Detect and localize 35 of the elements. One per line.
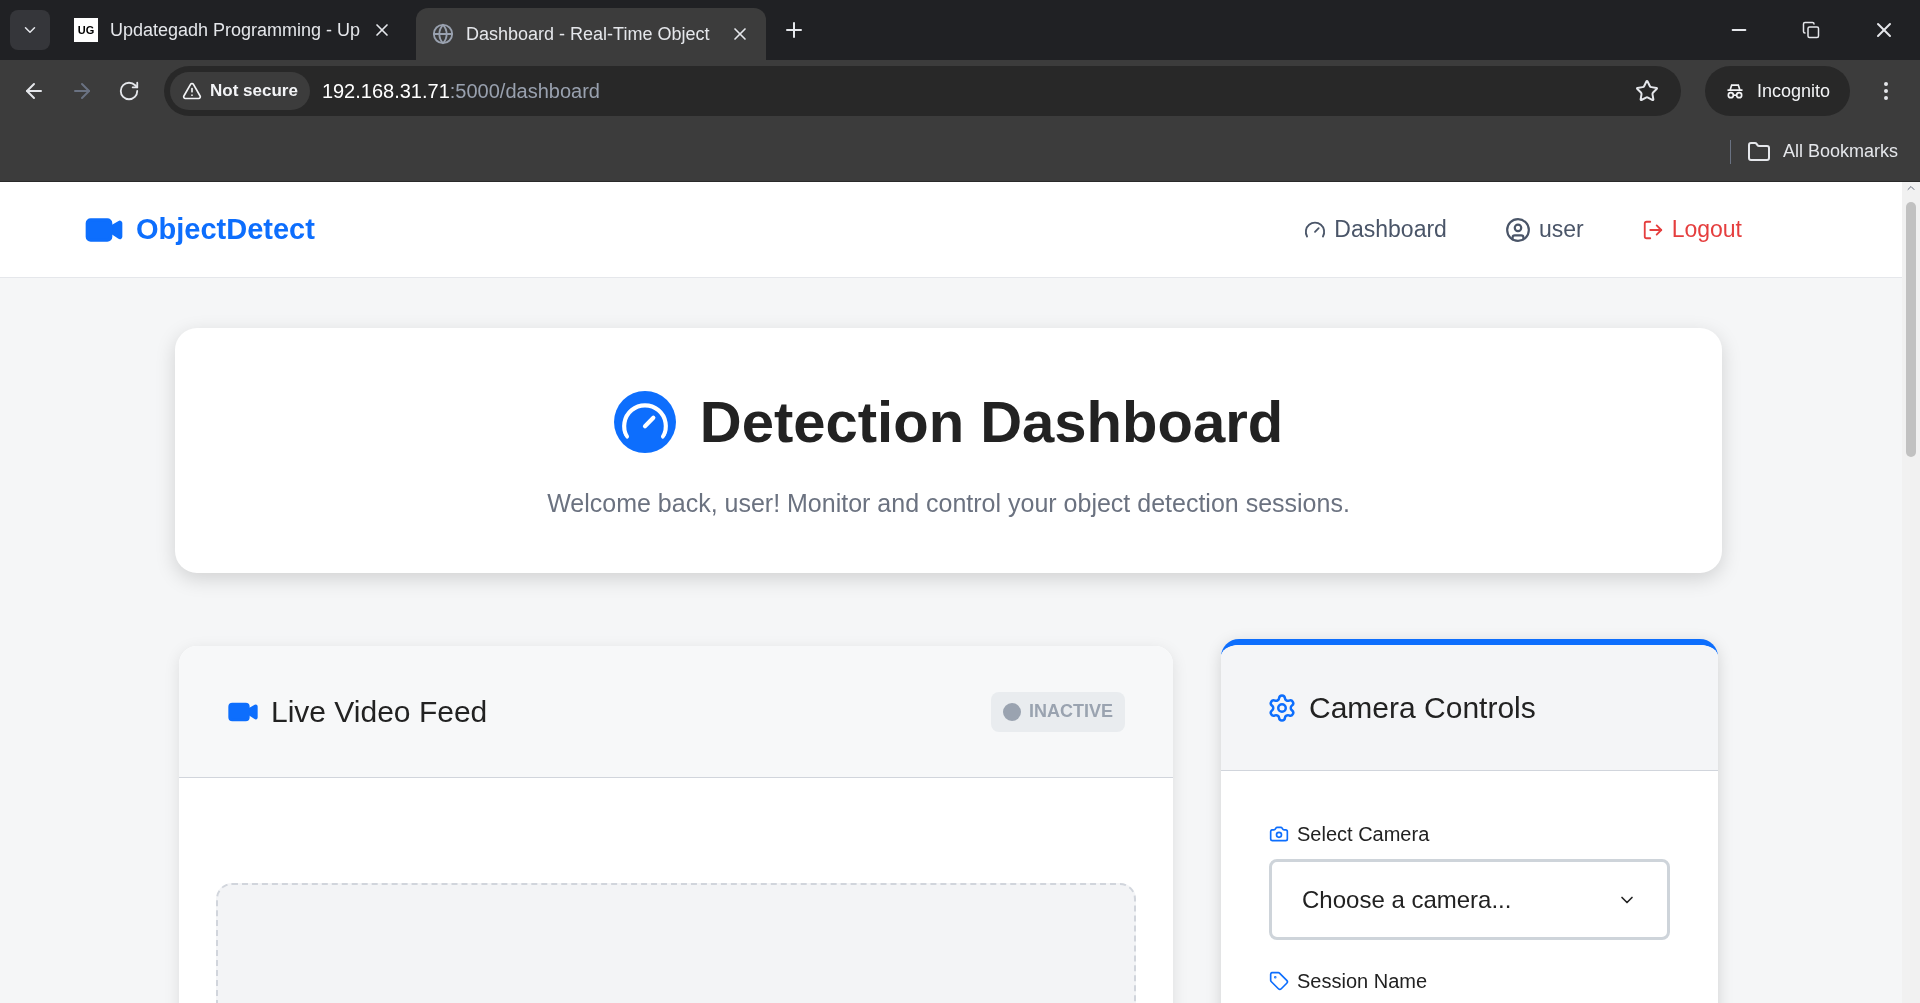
globe-icon	[432, 23, 454, 45]
warning-icon	[182, 81, 202, 101]
nav-link[interactable]: Dashboard	[1304, 212, 1447, 247]
tab-title: Dashboard - Real-Time Object	[466, 22, 711, 46]
welcome-text: Welcome back, user! Monitor and control your object detection sessions.	[547, 488, 1350, 520]
scrollbar-thumb[interactable]	[1906, 202, 1916, 457]
tag-icon	[1269, 971, 1289, 991]
address-bar[interactable]: Not secure 192.168.31.71:5000/dashboard	[164, 66, 1681, 116]
gear-icon	[1267, 692, 1297, 723]
nav-link[interactable]: Logout	[1641, 212, 1742, 247]
folder-icon	[1746, 139, 1771, 164]
restore-icon[interactable]	[1802, 21, 1820, 39]
logout-icon	[1641, 218, 1664, 241]
camera-select[interactable]: Choose a camera...	[1269, 859, 1670, 940]
field-label: Select Camera	[1269, 819, 1670, 849]
tab-title: Updategadh Programming - Up	[110, 18, 360, 42]
page-title: Detection Dashboard	[699, 388, 1284, 457]
browser-tab[interactable]: Dashboard - Real-Time Object	[416, 8, 766, 60]
reload-icon[interactable]	[118, 80, 140, 102]
incognito-button[interactable]: Incognito	[1704, 66, 1850, 116]
nav-link[interactable]: user	[1504, 212, 1584, 247]
camera-icon	[1269, 824, 1289, 844]
card-title: Live Video Feed	[271, 694, 488, 730]
user-icon	[1504, 216, 1531, 243]
scrollbar[interactable]	[1902, 182, 1920, 1003]
all-bookmarks-button[interactable]: All Bookmarks	[1746, 138, 1898, 165]
bookmark-star-icon[interactable]	[1634, 79, 1659, 103]
brand-link[interactable]: ObjectDetect	[84, 207, 315, 252]
browser-tab[interactable]: UG Updategadh Programming - Up	[58, 8, 408, 52]
status-badge: INACTIVE	[991, 691, 1125, 732]
favicon: UG	[74, 18, 98, 42]
security-chip[interactable]: Not secure	[170, 72, 310, 110]
field-label: Session Name	[1269, 966, 1670, 996]
url-text: 192.168.31.71:5000/dashboard	[321, 79, 600, 104]
card-title: Camera Controls	[1309, 690, 1536, 726]
